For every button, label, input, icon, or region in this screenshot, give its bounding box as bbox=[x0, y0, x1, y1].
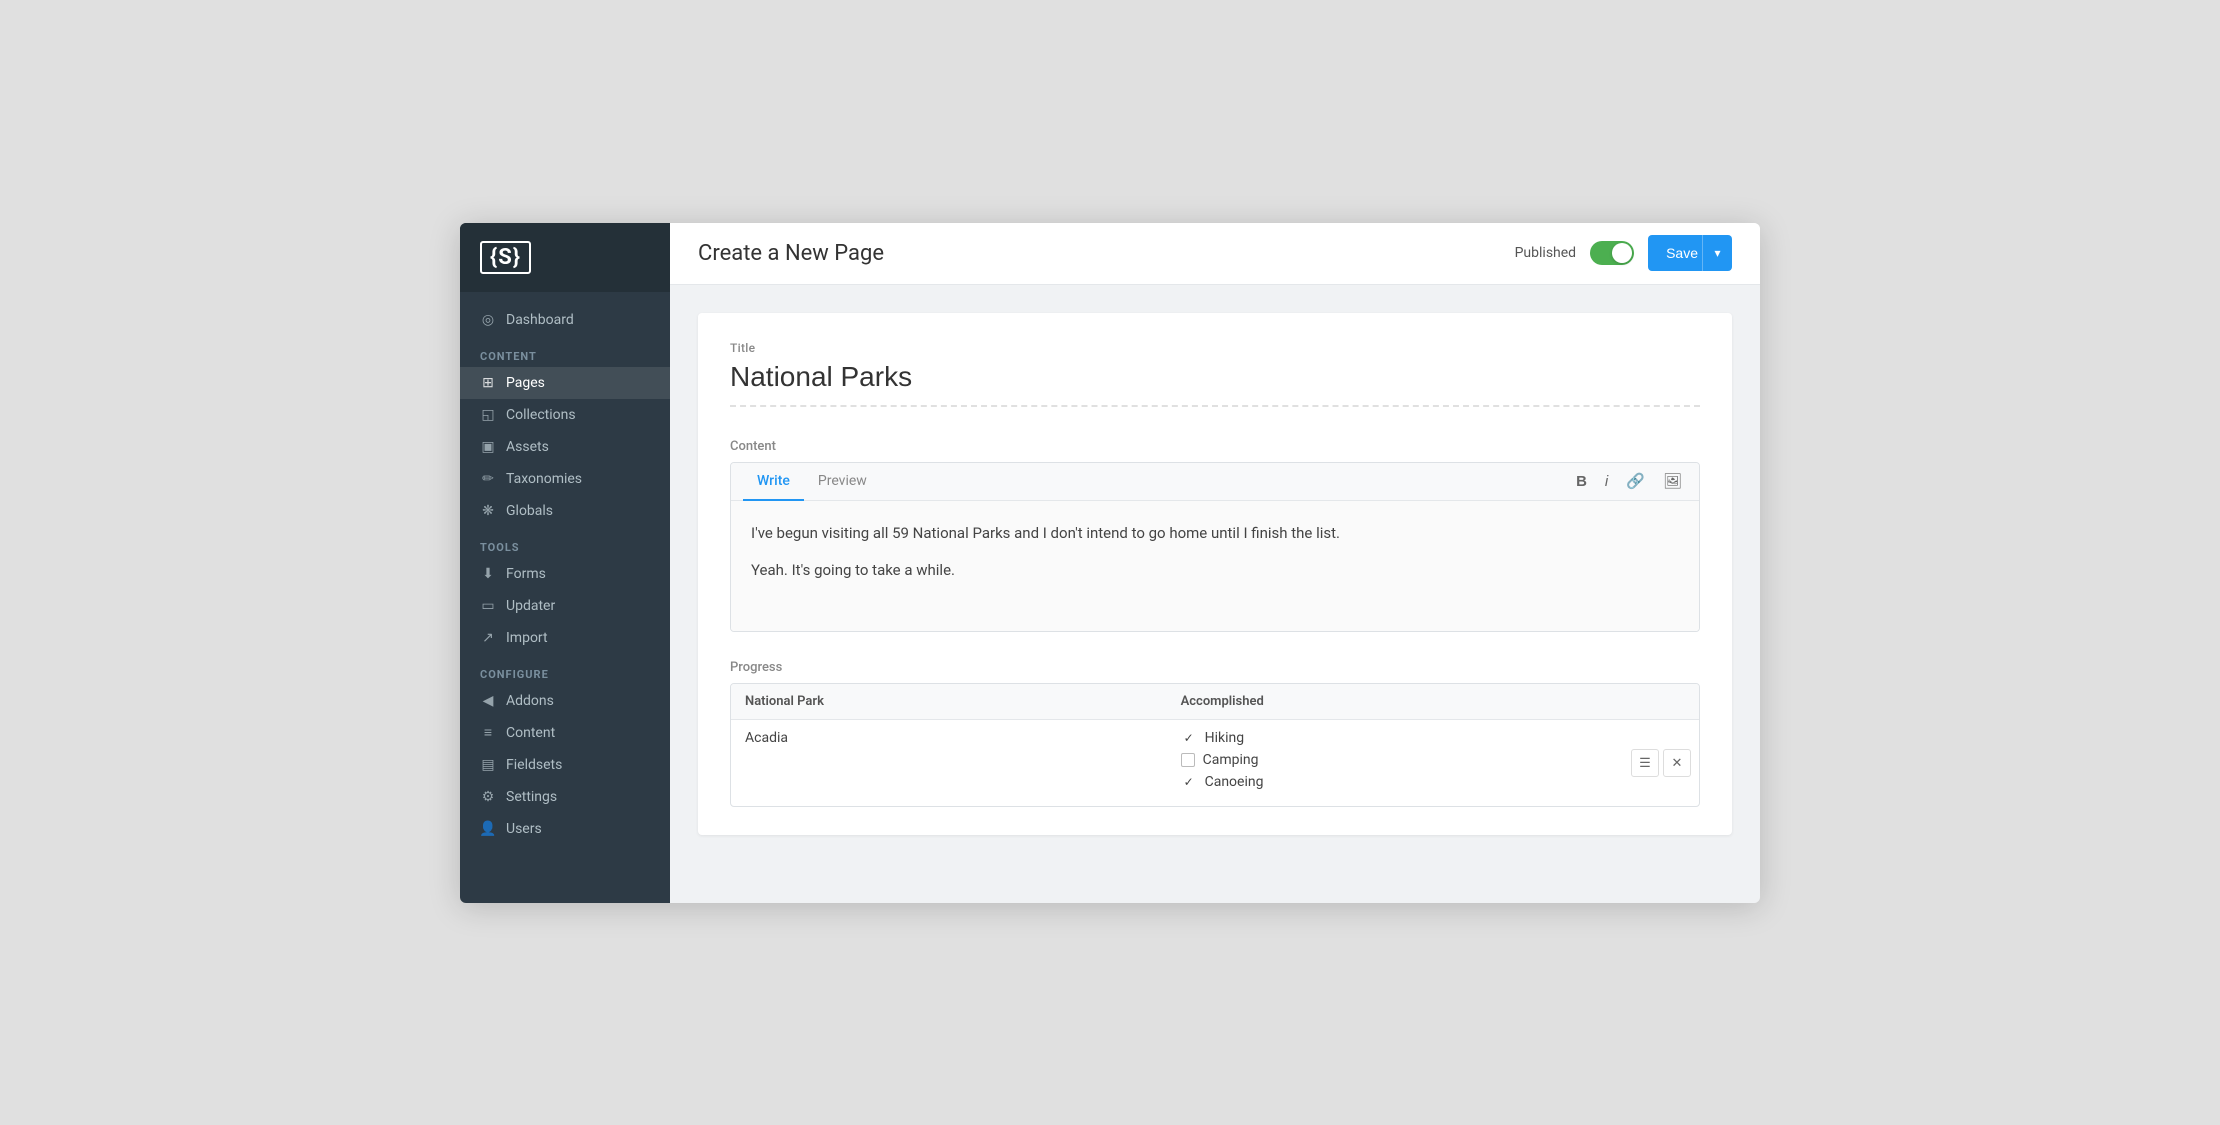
save-button[interactable]: Save ▾ bbox=[1648, 235, 1732, 271]
editor-body-line-1: I've begun visiting all 59 National Park… bbox=[751, 521, 1679, 547]
sidebar-item-label: Dashboard bbox=[506, 312, 574, 328]
col-header-accomplished: Accomplished bbox=[1167, 684, 1699, 720]
park-name: Acadia bbox=[731, 719, 1167, 806]
editor-wrapper: Write Preview B i 🔗 🖼 bbox=[730, 462, 1700, 632]
sidebar-nav: ◎ Dashboard CONTENT ⊞ Pages ◱ Collection… bbox=[460, 292, 670, 903]
sidebar-item-label: Pages bbox=[506, 375, 545, 391]
sidebar-item-fieldsets[interactable]: ▤ Fieldsets bbox=[460, 749, 670, 781]
sidebar-item-label: Import bbox=[506, 630, 548, 646]
updater-icon: ▭ bbox=[480, 598, 496, 614]
image-button[interactable]: 🖼 bbox=[1658, 468, 1687, 494]
content-field-label: Content bbox=[730, 439, 1700, 454]
app-container: {S} ◎ Dashboard CONTENT ⊞ Pages ◱ Collec… bbox=[460, 223, 1760, 903]
progress-table: National Park Accomplished Acadia ✓ bbox=[730, 683, 1700, 807]
sidebar-item-dashboard[interactable]: ◎ Dashboard bbox=[460, 304, 670, 336]
tab-write[interactable]: Write bbox=[743, 463, 804, 501]
sidebar-item-pages[interactable]: ⊞ Pages bbox=[460, 367, 670, 399]
globals-icon: ❋ bbox=[480, 503, 496, 519]
check-item-canoeing: ✓ Canoeing bbox=[1181, 774, 1685, 790]
forms-icon: ⬇ bbox=[480, 566, 496, 582]
addons-icon: ◀ bbox=[480, 693, 496, 709]
save-label: Save bbox=[1666, 245, 1702, 261]
import-icon: ↗ bbox=[480, 630, 496, 646]
check-icon-canoeing: ✓ bbox=[1181, 774, 1197, 790]
title-input[interactable] bbox=[730, 361, 1700, 407]
topbar-actions: Published Save ▾ bbox=[1515, 235, 1732, 271]
sidebar-item-assets[interactable]: ▣ Assets bbox=[460, 431, 670, 463]
editor-body-line-2: Yeah. It's going to take a while. bbox=[751, 558, 1679, 584]
link-button[interactable]: 🔗 bbox=[1621, 468, 1650, 494]
col-header-park: National Park bbox=[731, 684, 1167, 720]
check-icon-hiking: ✓ bbox=[1181, 730, 1197, 746]
sidebar-item-label: Content bbox=[506, 725, 555, 741]
sidebar-item-label: Taxonomies bbox=[506, 471, 582, 487]
row-menu-button[interactable]: ☰ bbox=[1631, 749, 1659, 777]
sidebar-item-users[interactable]: 👤 Users bbox=[460, 813, 670, 845]
sidebar-item-label: Addons bbox=[506, 693, 554, 709]
sidebar-item-updater[interactable]: ▭ Updater bbox=[460, 590, 670, 622]
sidebar-item-label: Updater bbox=[506, 598, 555, 614]
sidebar-item-addons[interactable]: ◀ Addons bbox=[460, 685, 670, 717]
topbar: Create a New Page Published Save ▾ bbox=[670, 223, 1760, 285]
tab-preview[interactable]: Preview bbox=[804, 463, 881, 501]
sidebar-item-collections[interactable]: ◱ Collections bbox=[460, 399, 670, 431]
check-label-canoeing: Canoeing bbox=[1205, 774, 1264, 790]
sidebar-item-label: Settings bbox=[506, 789, 557, 805]
title-field-label: Title bbox=[730, 341, 1700, 355]
dashboard-icon: ◎ bbox=[480, 312, 496, 328]
sidebar-item-label: Assets bbox=[506, 439, 549, 455]
settings-icon: ⚙ bbox=[480, 789, 496, 805]
sidebar-item-label: Collections bbox=[506, 407, 576, 423]
sidebar-item-label: Users bbox=[506, 821, 542, 837]
content-area: Title Content Write Preview bbox=[670, 285, 1760, 903]
accomplished-col: ✓ Hiking Camping ✓ bbox=[1167, 719, 1699, 806]
content-field-section: Content Write Preview bbox=[730, 439, 1700, 632]
check-item-hiking: ✓ Hiking bbox=[1181, 730, 1685, 746]
assets-icon: ▣ bbox=[480, 439, 496, 455]
content-section-label: CONTENT bbox=[460, 336, 670, 367]
bold-button[interactable]: B bbox=[1571, 469, 1592, 494]
check-item-camping: Camping bbox=[1181, 752, 1685, 768]
page-title: Create a New Page bbox=[698, 241, 884, 266]
logo-text: {S} bbox=[480, 241, 531, 274]
editor-toolbar: B i 🔗 🖼 bbox=[1571, 468, 1687, 494]
sidebar-item-label: Fieldsets bbox=[506, 757, 562, 773]
sidebar-item-label: Globals bbox=[506, 503, 553, 519]
content-icon: ≡ bbox=[480, 725, 496, 741]
check-label-hiking: Hiking bbox=[1205, 730, 1244, 746]
toggle-thumb bbox=[1612, 243, 1632, 263]
progress-label: Progress bbox=[730, 660, 1700, 675]
collections-icon: ◱ bbox=[480, 407, 496, 423]
sidebar-item-import[interactable]: ↗ Import bbox=[460, 622, 670, 654]
pages-icon: ⊞ bbox=[480, 375, 496, 391]
published-toggle[interactable] bbox=[1590, 241, 1634, 265]
table-row: Acadia ✓ Hiking Camping bbox=[731, 719, 1699, 806]
italic-button[interactable]: i bbox=[1600, 469, 1613, 494]
sidebar: {S} ◎ Dashboard CONTENT ⊞ Pages ◱ Collec… bbox=[460, 223, 670, 903]
editor-tabs-left: Write Preview bbox=[743, 463, 881, 500]
published-label: Published bbox=[1515, 245, 1576, 261]
check-label-camping: Camping bbox=[1203, 752, 1259, 768]
row-delete-button[interactable]: ✕ bbox=[1663, 749, 1691, 777]
sidebar-item-globals[interactable]: ❋ Globals bbox=[460, 495, 670, 527]
progress-section: Progress National Park Accomplished bbox=[730, 660, 1700, 807]
form-card: Title Content Write Preview bbox=[698, 313, 1732, 835]
main-area: Create a New Page Published Save ▾ Title bbox=[670, 223, 1760, 903]
fieldsets-icon: ▤ bbox=[480, 757, 496, 773]
tools-section-label: TOOLS bbox=[460, 527, 670, 558]
save-dropdown-arrow[interactable]: ▾ bbox=[1702, 235, 1732, 271]
configure-section-label: CONFIGURE bbox=[460, 654, 670, 685]
sidebar-item-forms[interactable]: ⬇ Forms bbox=[460, 558, 670, 590]
users-icon: 👤 bbox=[480, 821, 496, 837]
editor-tabs-bar: Write Preview B i 🔗 🖼 bbox=[731, 463, 1699, 501]
sidebar-item-label: Forms bbox=[506, 566, 546, 582]
row-actions: ☰ ✕ bbox=[1631, 749, 1691, 777]
check-box-camping bbox=[1181, 753, 1195, 767]
editor-body[interactable]: I've begun visiting all 59 National Park… bbox=[731, 501, 1699, 631]
sidebar-item-content[interactable]: ≡ Content bbox=[460, 717, 670, 749]
sidebar-logo: {S} bbox=[460, 223, 670, 292]
taxonomies-icon: ✏ bbox=[480, 471, 496, 487]
sidebar-item-taxonomies[interactable]: ✏ Taxonomies bbox=[460, 463, 670, 495]
sidebar-item-settings[interactable]: ⚙ Settings bbox=[460, 781, 670, 813]
